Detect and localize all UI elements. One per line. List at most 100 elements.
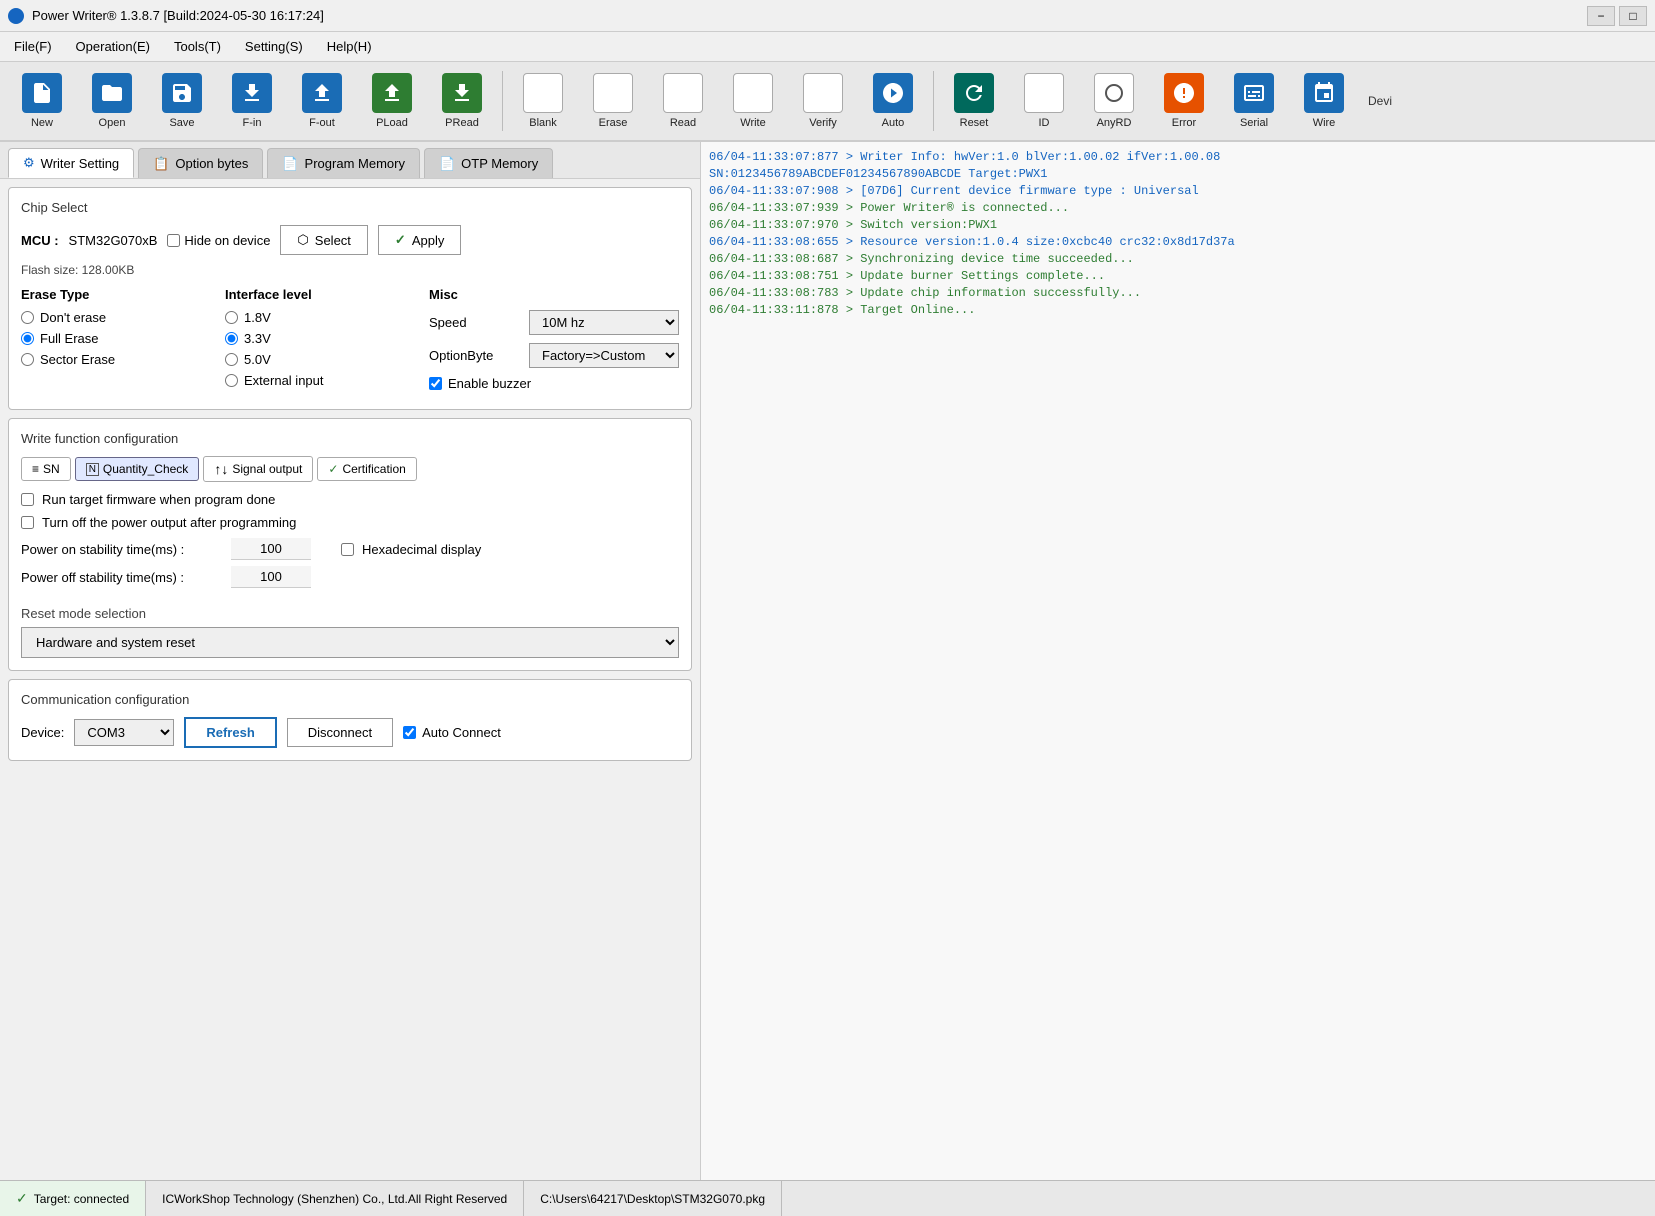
status-connected: ✓ Target: connected	[0, 1181, 146, 1216]
log-panel: 06/04-11:33:07:877 > Writer Info: hwVer:…	[700, 142, 1655, 1180]
hide-on-device-label: Hide on device	[184, 233, 270, 248]
apply-button[interactable]: ✓ Apply	[378, 225, 461, 255]
log-text-0: > Writer Info: hwVer:1.0 blVer:1.00.02 i…	[846, 150, 1220, 164]
save-button[interactable]: Save	[148, 67, 216, 135]
radio-external: External input	[225, 373, 413, 388]
minimize-button[interactable]: −	[1587, 6, 1615, 26]
config-row: Erase Type Don't erase Full Erase Sector…	[21, 287, 679, 397]
disconnect-button[interactable]: Disconnect	[287, 718, 393, 747]
pload-icon	[372, 73, 412, 113]
status-check-icon: ✓	[16, 1190, 28, 1207]
new-label: New	[31, 117, 53, 129]
power-on-label: Power on stability time(ms) :	[21, 542, 221, 557]
menu-file[interactable]: File(F)	[4, 35, 62, 58]
verify-label: Verify	[809, 117, 837, 129]
sector-erase-radio[interactable]	[21, 353, 34, 366]
turn-off-power-checkbox[interactable]	[21, 516, 34, 529]
erase-button[interactable]: Erase	[579, 67, 647, 135]
tab-program-memory[interactable]: 📄 Program Memory	[267, 148, 420, 178]
auto-connect-checkbox[interactable]	[403, 726, 416, 739]
hex-display-checkbox[interactable]	[341, 543, 354, 556]
menu-bar: File(F) Operation(E) Tools(T) Setting(S)…	[0, 32, 1655, 62]
buzzer-checkbox[interactable]	[429, 377, 442, 390]
3.3v-label: 3.3V	[244, 331, 271, 346]
open-button[interactable]: Open	[78, 67, 146, 135]
reset-section: Reset mode selection Hardware and system…	[21, 606, 679, 658]
speed-row: Speed 10M hz	[429, 310, 679, 335]
error-icon	[1164, 73, 1204, 113]
quantity-label: Quantity_Check	[103, 462, 188, 476]
log-text-2: > [07D6] Current device firmware type : …	[846, 184, 1199, 198]
hide-on-device-checkbox[interactable]	[167, 234, 180, 247]
menu-tools[interactable]: Tools(T)	[164, 35, 231, 58]
read-button[interactable]: Read	[649, 67, 717, 135]
power-off-input[interactable]	[231, 566, 311, 588]
verify-button[interactable]: Verify	[789, 67, 857, 135]
erase-icon	[593, 73, 633, 113]
menu-setting[interactable]: Setting(S)	[235, 35, 313, 58]
external-radio[interactable]	[225, 374, 238, 387]
pread-button[interactable]: PRead	[428, 67, 496, 135]
dont-erase-radio[interactable]	[21, 311, 34, 324]
tab-writer-setting[interactable]: ⚙ Writer Setting	[8, 148, 134, 178]
misc-col: Misc Speed 10M hz OptionByte Factory=>Cu…	[429, 287, 679, 397]
wf-tab-sn[interactable]: ≡ SN	[21, 457, 71, 481]
id-button[interactable]: ID	[1010, 67, 1078, 135]
wf-tab-signal[interactable]: ↑↓ Signal output	[203, 456, 313, 482]
select-button[interactable]: ⬡ Select	[280, 225, 368, 255]
menu-help[interactable]: Help(H)	[317, 35, 382, 58]
misc-title: Misc	[429, 287, 679, 302]
full-erase-radio[interactable]	[21, 332, 34, 345]
run-firmware-label: Run target firmware when program done	[42, 492, 275, 507]
new-button[interactable]: New	[8, 67, 76, 135]
serial-button[interactable]: Serial	[1220, 67, 1288, 135]
fin-button[interactable]: F-in	[218, 67, 286, 135]
blank-button[interactable]: Blank	[509, 67, 577, 135]
write-button[interactable]: Write	[719, 67, 787, 135]
toolbar-sep-2	[933, 71, 934, 131]
log-text-5: > Resource version:1.0.4 size:0xcbc40 cr…	[846, 235, 1235, 249]
reset-mode-select[interactable]: Hardware and system reset	[21, 627, 679, 658]
log-entry-7: 06/04-11:33:08:751 > Update burner Setti…	[709, 269, 1647, 283]
read-label: Read	[670, 117, 696, 129]
radio-5.0v: 5.0V	[225, 352, 413, 367]
tab-option-bytes[interactable]: 📋 Option bytes	[138, 148, 263, 178]
fout-button[interactable]: F-out	[288, 67, 356, 135]
power-on-input[interactable]	[231, 538, 311, 560]
tab-otp-memory[interactable]: 📄 OTP Memory	[424, 148, 553, 178]
speed-select[interactable]: 10M hz	[529, 310, 679, 335]
wf-tab-quantity[interactable]: N Quantity_Check	[75, 457, 200, 481]
log-entry-8: 06/04-11:33:08:783 > Update chip informa…	[709, 286, 1647, 300]
error-button[interactable]: Error	[1150, 67, 1218, 135]
pload-label: PLoad	[376, 117, 408, 129]
toolbar-sep-1	[502, 71, 503, 131]
pload-button[interactable]: PLoad	[358, 67, 426, 135]
optionbyte-select[interactable]: Factory=>Custom	[529, 343, 679, 368]
reset-button[interactable]: Reset	[940, 67, 1008, 135]
run-firmware-checkbox[interactable]	[21, 493, 34, 506]
auto-button[interactable]: Auto	[859, 67, 927, 135]
device-select[interactable]: COM3	[74, 719, 174, 746]
speed-label: Speed	[429, 315, 519, 330]
sn-icon: ≡	[32, 462, 39, 476]
fout-label: F-out	[309, 117, 335, 129]
full-erase-label: Full Erase	[40, 331, 99, 346]
5.0v-radio[interactable]	[225, 353, 238, 366]
3.3v-radio[interactable]	[225, 332, 238, 345]
wire-button[interactable]: Wire	[1290, 67, 1358, 135]
menu-operation[interactable]: Operation(E)	[66, 35, 160, 58]
mcu-label: MCU :	[21, 233, 59, 248]
fin-icon	[232, 73, 272, 113]
power-off-label: Power off stability time(ms) :	[21, 570, 221, 585]
anyrd-button[interactable]: AnyRD	[1080, 67, 1148, 135]
log-entry-3: 06/04-11:33:07:939 > Power Writer® is co…	[709, 201, 1647, 215]
maximize-button[interactable]: □	[1619, 6, 1647, 26]
log-text-4: > Switch version:PWX1	[846, 218, 997, 232]
1.8v-radio[interactable]	[225, 311, 238, 324]
wf-tab-cert[interactable]: ✓ Certification	[317, 457, 416, 481]
refresh-button[interactable]: Refresh	[184, 717, 276, 748]
hex-display-label: Hexadecimal display	[362, 542, 481, 557]
log-entry-9: 06/04-11:33:11:878 > Target Online...	[709, 303, 1647, 317]
log-entry-4: 06/04-11:33:07:970 > Switch version:PWX1	[709, 218, 1647, 232]
write-function-section: Write function configuration ≡ SN N Quan…	[8, 418, 692, 671]
